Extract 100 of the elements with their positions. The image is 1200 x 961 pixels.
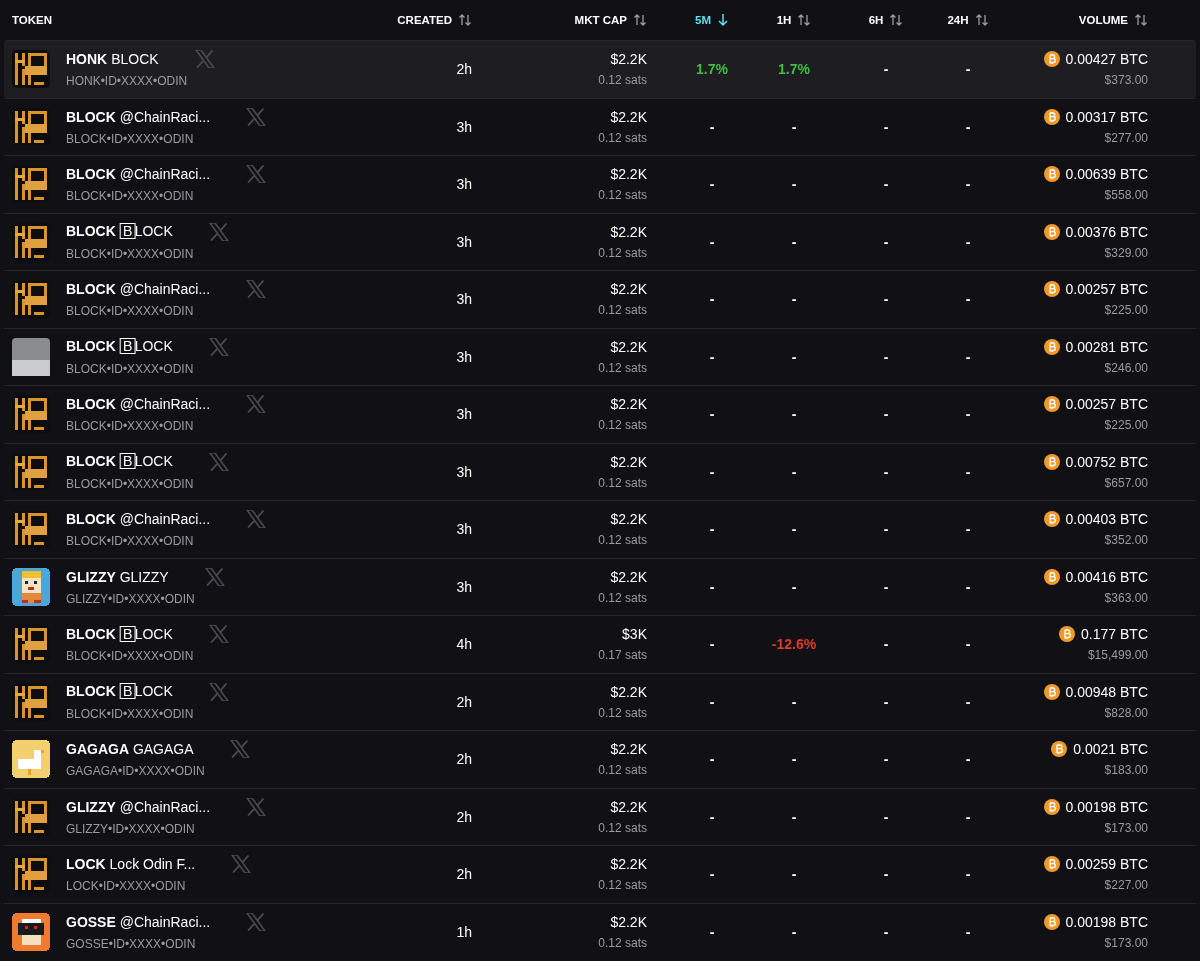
token-row[interactable]: LOCK Lock Odin F... LOCK•ID•XXXX•ODIN 2h $2.2K 0.12 sats - - - - 0.00259 BTC $227.00 bbox=[4, 845, 1196, 903]
price-change: - bbox=[883, 176, 889, 193]
token-name: BLOCK 🄱LOCK bbox=[66, 625, 173, 643]
volume-usd: $373.00 bbox=[1104, 73, 1148, 88]
column-header[interactable]: VOLUME bbox=[1078, 13, 1148, 27]
token-row[interactable]: BLOCK @ChainRaci... BLOCK•ID•XXXX•ODIN 3h $2.2K 0.12 sats - - - - 0.00257 BTC $225.00 bbox=[4, 385, 1196, 443]
x-logo-icon[interactable] bbox=[246, 165, 267, 184]
pixel-robot-avatar bbox=[12, 912, 50, 951]
price-change: - bbox=[883, 693, 889, 710]
x-logo-icon[interactable] bbox=[208, 222, 229, 241]
token-id: BLOCK•ID•XXXX•ODIN bbox=[66, 649, 195, 664]
x-logo-icon[interactable] bbox=[208, 682, 229, 701]
market-cap: $2.2K bbox=[610, 741, 647, 758]
market-cap: $2.2K bbox=[610, 798, 647, 815]
price-change: - bbox=[965, 348, 971, 365]
token-row[interactable]: BLOCK @ChainRaci... BLOCK•ID•XXXX•ODIN 3h $2.2K 0.12 sats - - - - 0.00257 BTC $225.00 bbox=[4, 270, 1196, 328]
token-row[interactable]: BLOCK 🄱LOCK BLOCK•ID•XXXX•ODIN 3h $2.2K 0.12 sats - - - - 0.00752 BTC $657.00 bbox=[4, 442, 1196, 500]
column-header[interactable]: 5M bbox=[695, 13, 729, 27]
volume-btc: 0.00259 BTC bbox=[1065, 856, 1148, 873]
token-row[interactable]: GAGAGA GAGAGA GAGAGA•ID•XXXX•ODIN 2h $2.2K 0.12 sats - - - - 0.0021 BTC $183.00 bbox=[4, 730, 1196, 788]
token-id: BLOCK•ID•XXXX•ODIN bbox=[66, 131, 195, 146]
token-row[interactable]: BLOCK 🄱LOCK BLOCK•ID•XXXX•ODIN 4h $3K 0.17 sats - -12.6% - - 0.177 BTC $15,499.00 bbox=[4, 615, 1196, 673]
market-cap: $2.2K bbox=[610, 223, 647, 240]
x-logo-icon[interactable] bbox=[246, 912, 267, 931]
token-row[interactable]: BLOCK 🄱LOCK BLOCK•ID•XXXX•ODIN 3h $2.2K 0.12 sats - - - - 0.00281 BTC $246.00 bbox=[4, 327, 1196, 385]
created-age: 3h bbox=[456, 176, 472, 193]
token-row[interactable]: BLOCK 🄱LOCK BLOCK•ID•XXXX•ODIN 3h $2.2K 0.12 sats - - - - 0.00376 BTC $329.00 bbox=[4, 212, 1196, 270]
market-cap: $2.2K bbox=[610, 338, 647, 355]
price-change: - bbox=[965, 808, 971, 825]
column-header: TOKEN bbox=[12, 14, 53, 26]
price-change: - bbox=[709, 118, 715, 135]
token-row[interactable]: GOSSE @ChainRaci... GOSSE•ID•XXXX•ODIN 1h $2.2K 0.12 sats - - - - 0.00198 BTC $173.00 bbox=[4, 902, 1196, 960]
bitcoin-icon bbox=[1043, 51, 1060, 68]
price-change: - bbox=[709, 521, 715, 538]
pixel-dog-avatar bbox=[12, 107, 50, 146]
token-name: BLOCK @ChainRaci... bbox=[66, 511, 211, 528]
price-change: - bbox=[883, 463, 889, 480]
token-row[interactable]: BLOCK 🄱LOCK BLOCK•ID•XXXX•ODIN 2h $2.2K 0.12 sats - - - - 0.00948 BTC $828.00 bbox=[4, 672, 1196, 730]
sort-icon bbox=[974, 13, 989, 27]
pixel-dog-avatar bbox=[12, 50, 50, 89]
token-row[interactable]: BLOCK @ChainRaci... BLOCK•ID•XXXX•ODIN 3h $2.2K 0.12 sats - - - - 0.00403 BTC $352.00 bbox=[4, 500, 1196, 558]
created-age: 3h bbox=[456, 233, 472, 250]
x-logo-icon[interactable] bbox=[246, 107, 267, 126]
token-row[interactable]: BLOCK @ChainRaci... BLOCK•ID•XXXX•ODIN 3h $2.2K 0.12 sats - - - - 0.00639 BTC $558.00 bbox=[4, 155, 1196, 213]
token-row[interactable]: HONK BLOCK HONK•ID•XXXX•ODIN 2h $2.2K 0.12 sats 1.7% 1.7% - - 0.00427 BTC $373.00 bbox=[4, 40, 1196, 98]
price-change: - bbox=[709, 636, 715, 653]
volume-btc: 0.00752 BTC bbox=[1065, 453, 1148, 470]
price-change: - bbox=[791, 521, 797, 538]
price-change: - bbox=[965, 636, 971, 653]
x-logo-icon[interactable] bbox=[204, 567, 225, 586]
x-logo-icon[interactable] bbox=[194, 50, 215, 69]
x-logo-icon[interactable] bbox=[246, 280, 267, 299]
created-age: 1h bbox=[456, 923, 472, 940]
pixel-dog-avatar bbox=[12, 855, 50, 894]
token-price: 0.12 sats bbox=[598, 73, 647, 88]
token-id: LOCK•ID•XXXX•ODIN bbox=[66, 879, 187, 894]
token-name: BLOCK @ChainRaci... bbox=[66, 108, 211, 125]
price-change: - bbox=[965, 406, 971, 423]
token-row[interactable]: GLIZZY GLIZZY GLIZZY•ID•XXXX•ODIN 3h $2.2K 0.12 sats - - - - 0.00416 BTC $363.00 bbox=[4, 557, 1196, 615]
volume-btc: 0.00281 BTC bbox=[1065, 338, 1148, 355]
x-logo-icon[interactable] bbox=[246, 395, 267, 414]
volume-usd: $329.00 bbox=[1104, 245, 1148, 260]
volume-usd: $15,499.00 bbox=[1087, 648, 1148, 663]
x-logo-icon[interactable] bbox=[208, 625, 229, 644]
x-logo-icon[interactable] bbox=[208, 452, 229, 471]
token-id: BLOCK•ID•XXXX•ODIN bbox=[66, 534, 195, 549]
price-change: - bbox=[709, 406, 715, 423]
x-logo-icon[interactable] bbox=[246, 510, 267, 529]
x-logo-icon[interactable] bbox=[208, 337, 229, 356]
column-header[interactable]: 6H bbox=[868, 13, 904, 27]
bitcoin-icon bbox=[1043, 511, 1060, 528]
token-row[interactable]: GLIZZY @ChainRaci... GLIZZY•ID•XXXX•ODIN 2h $2.2K 0.12 sats - - - - 0.00198 BTC $173.00 bbox=[4, 787, 1196, 845]
token-name: HONK BLOCK bbox=[66, 51, 159, 68]
price-change: - bbox=[709, 463, 715, 480]
x-logo-icon[interactable] bbox=[246, 797, 267, 816]
pixel-dog-avatar bbox=[12, 682, 50, 721]
column-header[interactable]: 1H bbox=[776, 13, 812, 27]
column-header[interactable]: CREATED bbox=[397, 13, 472, 27]
pixel-goose-avatar bbox=[12, 740, 50, 779]
price-change: - bbox=[709, 751, 715, 768]
token-row[interactable]: BLOCK @ChainRaci... BLOCK•ID•XXXX•ODIN 3h $2.2K 0.12 sats - - - - 0.00317 BTC $277.00 bbox=[4, 97, 1196, 155]
token-id: HONK•ID•XXXX•ODIN bbox=[66, 74, 189, 89]
price-change: - bbox=[791, 751, 797, 768]
bitcoin-icon bbox=[1043, 568, 1060, 585]
x-logo-icon[interactable] bbox=[229, 740, 250, 759]
created-age: 2h bbox=[456, 866, 472, 883]
volume-usd: $227.00 bbox=[1104, 878, 1148, 893]
token-price: 0.12 sats bbox=[598, 303, 647, 318]
created-age: 3h bbox=[456, 406, 472, 423]
price-change: - bbox=[883, 866, 889, 883]
price-change: - bbox=[791, 923, 797, 940]
token-name: BLOCK @ChainRaci... bbox=[66, 396, 211, 413]
x-logo-icon[interactable] bbox=[231, 855, 252, 874]
pixel-dog-avatar bbox=[12, 625, 50, 664]
column-header[interactable]: MKT CAP bbox=[574, 13, 647, 27]
price-change: - bbox=[883, 348, 889, 365]
token-price: 0.12 sats bbox=[598, 245, 647, 260]
token-id: BLOCK•ID•XXXX•ODIN bbox=[66, 361, 195, 376]
column-header[interactable]: 24H bbox=[947, 13, 989, 27]
volume-usd: $173.00 bbox=[1104, 820, 1148, 835]
